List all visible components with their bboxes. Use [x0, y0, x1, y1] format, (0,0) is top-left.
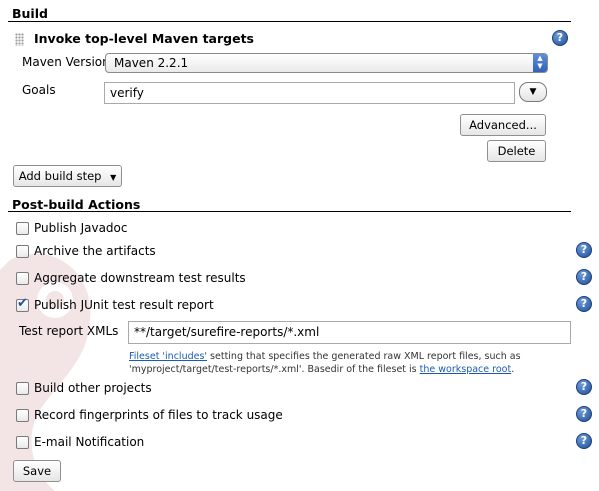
help-icon[interactable]: ? — [576, 406, 592, 422]
help-icon[interactable]: ? — [576, 296, 592, 312]
goals-label: Goals — [22, 83, 56, 97]
goals-input[interactable]: verify — [104, 82, 515, 104]
expand-goals-button[interactable]: ▼ — [519, 82, 547, 102]
workspace-root-link[interactable]: the workspace root — [420, 364, 512, 375]
junit-report-checkbox[interactable] — [16, 296, 29, 312]
desc-text-2: 'myproject/target/test-reports/*.xml'. B… — [129, 363, 420, 375]
add-build-step-label: Add build step — [18, 169, 102, 183]
aggregate-results-checkbox[interactable] — [16, 272, 29, 285]
record-fingerprints-label[interactable]: Record fingerprints of files to track us… — [34, 408, 283, 422]
test-report-label: Test report XMLs — [19, 324, 119, 338]
help-icon[interactable]: ? — [576, 269, 592, 285]
save-button[interactable]: Save — [13, 460, 61, 482]
build-other-projects-label[interactable]: Build other projects — [34, 381, 152, 395]
record-fingerprints-checkbox[interactable] — [16, 409, 29, 422]
help-icon[interactable]: ? — [576, 379, 592, 395]
maven-version-value: Maven 2.2.1 — [114, 56, 189, 70]
email-notification-label[interactable]: E-mail Notification — [34, 435, 144, 449]
delete-button[interactable]: Delete — [487, 140, 546, 162]
desc-text-1: setting that specifies the generated raw… — [207, 351, 521, 362]
help-icon[interactable]: ? — [576, 433, 592, 449]
maven-version-label: Maven Version — [22, 55, 110, 69]
desc-text-3: . — [511, 363, 515, 375]
archive-artifacts-label[interactable]: Archive the artifacts — [34, 244, 156, 258]
maven-version-select[interactable]: Maven 2.2.1 ▲ ▼ — [105, 53, 548, 73]
build-divider — [8, 21, 571, 22]
archive-artifacts-checkbox[interactable] — [16, 245, 29, 258]
build-step-title: Invoke top-level Maven targets — [34, 31, 254, 46]
drag-handle-icon[interactable] — [15, 33, 24, 46]
help-icon[interactable]: ? — [552, 30, 568, 46]
email-notification-checkbox[interactable] — [16, 436, 29, 449]
advanced-button[interactable]: Advanced... — [460, 114, 546, 136]
build-section-title: Build — [12, 6, 48, 21]
test-report-description: Fileset 'includes' setting that specifie… — [129, 351, 569, 376]
build-other-projects-checkbox[interactable] — [16, 382, 29, 395]
chevron-down-icon: ▼ — [529, 87, 537, 97]
add-build-step-button[interactable]: Add build step ▼ — [13, 165, 122, 187]
dropdown-arrow-icon: ▼ — [110, 173, 117, 182]
post-build-divider — [8, 211, 571, 212]
publish-javadoc-checkbox[interactable] — [16, 222, 29, 235]
fileset-includes-link[interactable]: Fileset 'includes' — [129, 351, 207, 362]
junit-report-label[interactable]: Publish JUnit test result report — [34, 298, 214, 312]
aggregate-results-label[interactable]: Aggregate downstream test results — [34, 271, 246, 285]
test-report-input[interactable]: **/target/surefire-reports/*.xml — [128, 321, 571, 344]
publish-javadoc-label[interactable]: Publish Javadoc — [34, 221, 128, 235]
help-icon[interactable]: ? — [576, 242, 592, 258]
post-build-section-title: Post-build Actions — [12, 197, 141, 212]
select-arrows-icon: ▲ ▼ — [533, 54, 547, 72]
